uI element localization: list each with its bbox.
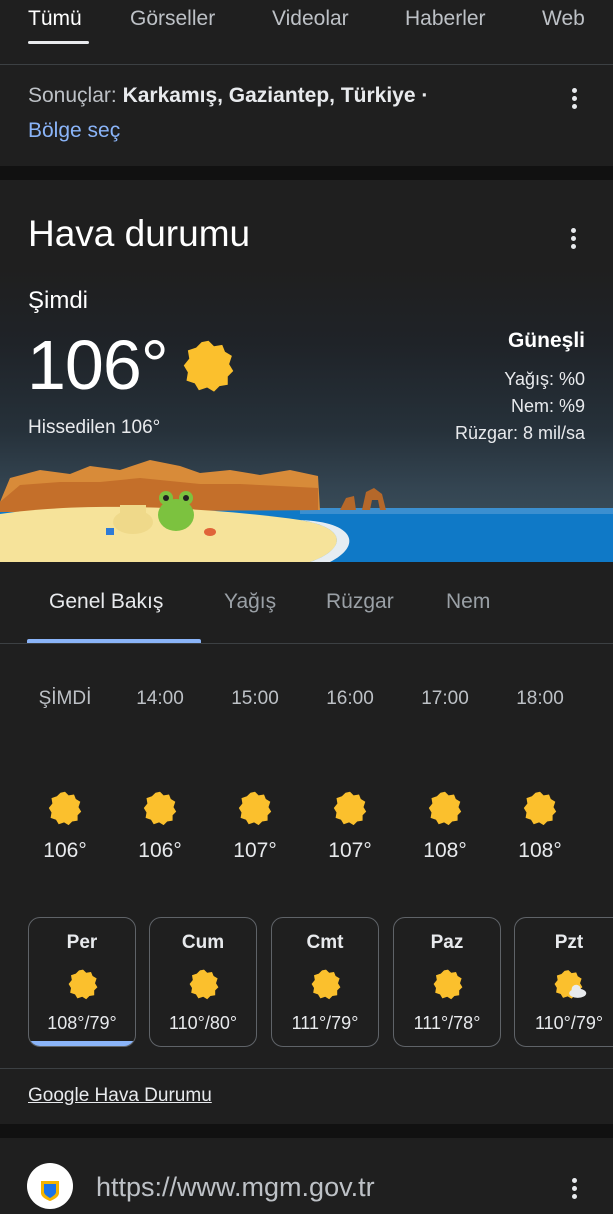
tab-web[interactable]: Web	[542, 7, 585, 31]
sun-icon	[48, 791, 82, 826]
selected-day-indicator	[29, 1041, 135, 1046]
hour-time: 14:00	[136, 688, 184, 709]
site-favicon-icon	[27, 1163, 73, 1209]
hour-temp: 106°	[43, 839, 87, 862]
day-temps: 111°/79°	[291, 1013, 359, 1033]
feels-like: Hissedilen 106°	[28, 417, 161, 438]
search-tabs-bar: Tümü Görseller Videolar Haberler Web	[0, 0, 613, 64]
section-separator	[0, 1124, 613, 1138]
hour-temp: 108°	[423, 839, 467, 862]
hour-temp: 107°	[328, 839, 372, 862]
tab-all[interactable]: Tümü	[28, 7, 82, 31]
sun-icon	[311, 969, 341, 1000]
now-label: Şimdi	[28, 287, 89, 314]
wind-stat: Rüzgar: 8 mil/sa	[454, 423, 585, 443]
day-card[interactable]: Cmt 111°/79°	[271, 917, 379, 1047]
sun-icon	[143, 791, 177, 826]
sun-icon	[68, 969, 98, 1000]
results-place: Karkamış, Gaziantep, Türkiye ·	[122, 84, 429, 107]
hour-time: 18:00	[516, 688, 564, 709]
humidity-stat: Nem: %9	[510, 396, 585, 416]
hourly-item: 16:00 107°	[310, 688, 390, 863]
tab-overview[interactable]: Genel Bakış	[49, 590, 163, 614]
location-more-options-icon[interactable]	[571, 88, 577, 110]
day-card[interactable]: Paz 111°/78°	[393, 917, 501, 1047]
day-name: Cum	[181, 932, 225, 953]
google-weather-link[interactable]: Google Hava Durumu	[28, 1085, 212, 1107]
sun-icon	[183, 340, 234, 392]
precipitation-stat: Yağış: %0	[504, 369, 585, 389]
hour-time: 16:00	[326, 688, 374, 709]
hour-time: 17:00	[421, 688, 469, 709]
hour-time: ŞİMDİ	[38, 688, 92, 709]
day-card[interactable]: Cum 110°/80°	[149, 917, 257, 1047]
day-name: Cmt	[306, 932, 344, 953]
result-more-options-icon[interactable]	[571, 1178, 577, 1200]
result-url[interactable]: https://www.mgm.gov.tr	[96, 1172, 375, 1203]
day-card[interactable]: Pzt 110°/79°	[514, 917, 613, 1047]
divider	[0, 64, 613, 65]
divider	[0, 643, 613, 644]
divider	[0, 1068, 613, 1069]
current-temperature: 106°	[27, 326, 169, 404]
day-name: Pzt	[554, 932, 584, 953]
hourly-item: 14:00 106°	[120, 688, 200, 863]
sun-icon	[433, 969, 463, 1000]
choose-region-link[interactable]: Bölge seç	[28, 119, 120, 143]
hourly-item: 15:00 107°	[215, 688, 295, 863]
hourly-item: 17:00 108°	[405, 688, 485, 863]
sun-icon	[333, 791, 367, 826]
sun-icon	[428, 791, 462, 826]
tab-precipitation[interactable]: Yağış	[224, 590, 276, 614]
hour-temp: 107°	[233, 839, 277, 862]
sun-icon	[189, 969, 219, 1000]
weather-more-options-icon[interactable]	[570, 228, 576, 250]
day-name: Per	[66, 932, 98, 953]
hour-time: 15:00	[231, 688, 279, 709]
tab-humidity[interactable]: Nem	[446, 590, 490, 614]
day-temps: 108°/79°	[47, 1013, 117, 1033]
day-temps: 110°/79°	[534, 1013, 604, 1033]
sun-icon	[238, 791, 272, 826]
results-prefix: Sonuçlar:	[28, 84, 123, 107]
weather-condition: Güneşli	[507, 329, 585, 352]
tab-videos[interactable]: Videolar	[272, 7, 349, 31]
hourly-item: ŞİMDİ 106°	[25, 688, 105, 863]
hour-temp: 106°	[138, 839, 182, 862]
weather-card-title: Hava durumu	[28, 213, 251, 254]
tab-news[interactable]: Haberler	[405, 7, 486, 31]
day-temps: 110°/80°	[168, 1013, 238, 1033]
hourly-item: 18:00 108°	[500, 688, 580, 863]
hour-temp: 108°	[518, 839, 562, 862]
active-tab-indicator	[28, 41, 89, 44]
day-card-selected[interactable]: Per 108°/79°	[28, 917, 136, 1047]
partly-sunny-icon	[554, 970, 587, 999]
day-name: Paz	[430, 932, 464, 953]
tab-images[interactable]: Görseller	[130, 7, 215, 31]
sun-icon	[523, 791, 557, 826]
day-temps: 111°/78°	[413, 1013, 481, 1033]
results-location: Sonuçlar: Karkamış, Gaziantep, Türkiye ·	[28, 84, 428, 108]
tab-wind[interactable]: Rüzgar	[326, 590, 394, 614]
section-separator	[0, 166, 613, 180]
